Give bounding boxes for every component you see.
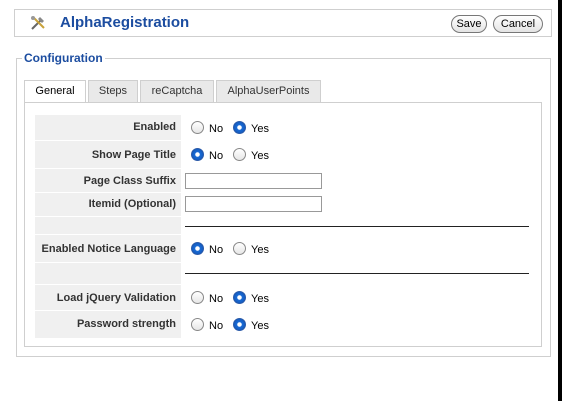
tab-alphauserpoints[interactable]: AlphaUserPoints [216,80,321,102]
field-label: Password strength [35,311,181,339]
empty-label [35,263,181,285]
empty-label [35,217,181,235]
divider [185,226,529,227]
radio-label-yes: Yes [251,320,269,332]
field-label: Load jQuery Validation [35,285,181,311]
row-show-page-title: Show Page Title No Yes [35,141,535,169]
row-spacer [35,263,535,285]
row-enabled: Enabled No Yes [35,115,535,141]
window: AlphaRegistration Save Cancel Configurat… [0,0,558,401]
field-label: Itemid (Optional) [35,193,181,217]
radio-label-no: No [209,123,224,135]
page-class-suffix-input[interactable] [185,173,322,189]
field-label: Page Class Suffix [35,169,181,193]
field-label: Show Page Title [35,141,181,169]
radio-label-no: No [209,150,224,162]
radio-notice-language-yes[interactable] [233,242,246,255]
radio-label-yes: Yes [251,293,269,305]
row-load-jquery-validation: Load jQuery Validation No Yes [35,285,535,311]
radio-enabled-yes[interactable] [233,121,246,134]
radio-jquery-validation-yes[interactable] [233,291,246,304]
radio-show-page-title-no[interactable] [191,148,204,161]
row-spacer [35,217,535,235]
page-title: AlphaRegistration [60,14,190,31]
row-password-strength: Password strength No Yes [35,311,535,339]
radio-password-strength-yes[interactable] [233,318,246,331]
radio-show-page-title-yes[interactable] [233,148,246,161]
row-enabled-notice-language: Enabled Notice Language No Yes [35,235,535,263]
radio-label-yes: Yes [251,150,269,162]
radio-label-no: No [209,320,224,332]
toolbar-header: AlphaRegistration Save Cancel [14,9,552,37]
tab-recaptcha[interactable]: reCaptcha [140,80,214,102]
radio-label-no: No [209,293,224,305]
radio-label-yes: Yes [251,244,269,256]
field-label: Enabled Notice Language [35,235,181,263]
radio-notice-language-no[interactable] [191,242,204,255]
radio-enabled-no[interactable] [191,121,204,134]
radio-password-strength-no[interactable] [191,318,204,331]
tools-icon [31,16,45,30]
cancel-button[interactable]: Cancel [493,15,543,33]
save-button[interactable]: Save [451,15,487,33]
fieldset-legend: Configuration [22,51,105,65]
radio-label-yes: Yes [251,123,269,135]
tab-general[interactable]: General [24,80,86,103]
tab-steps[interactable]: Steps [88,80,138,102]
radio-jquery-validation-no[interactable] [191,291,204,304]
radio-label-no: No [209,244,224,256]
row-itemid: Itemid (Optional) [35,193,535,217]
divider [185,273,529,274]
itemid-input[interactable] [185,196,322,212]
field-label: Enabled [35,115,181,141]
general-panel: Enabled No Yes Show Page Title No Yes Pa… [24,102,542,347]
row-page-class-suffix: Page Class Suffix [35,169,535,193]
